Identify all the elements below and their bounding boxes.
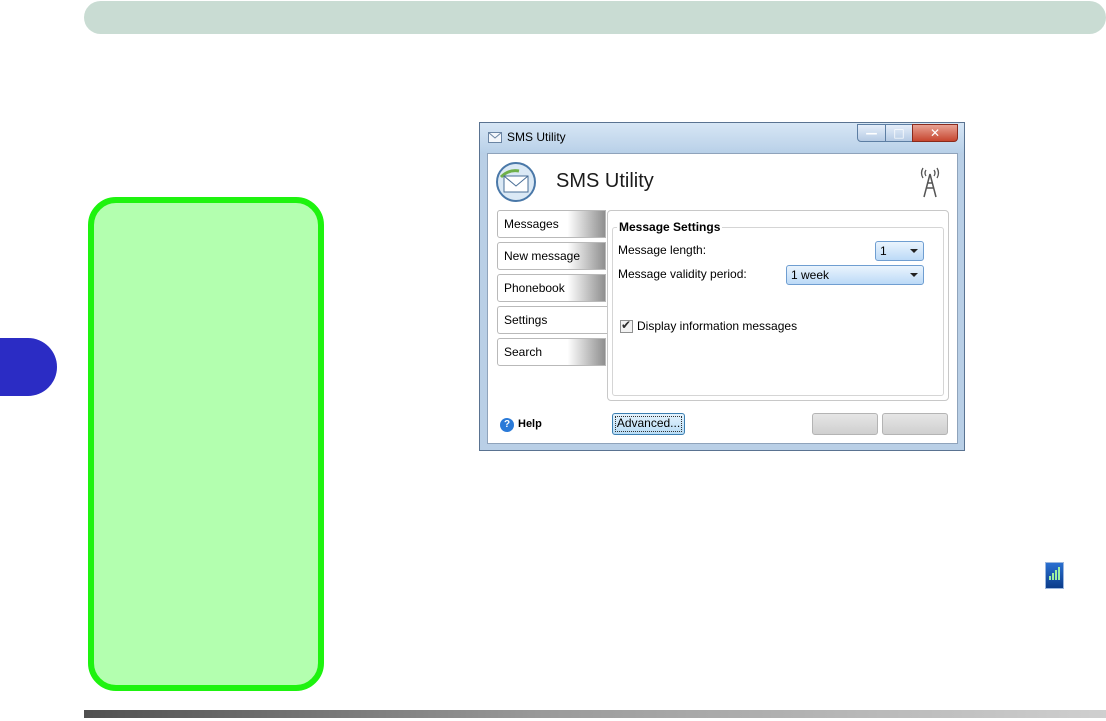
help-link[interactable]: Help <box>518 418 542 430</box>
nav-item-search[interactable]: Search <box>497 338 606 366</box>
window-title: SMS Utility <box>507 130 566 144</box>
nav-item-settings[interactable]: Settings <box>497 306 607 334</box>
nav-item-label: Search <box>504 345 543 359</box>
nav-item-label: Settings <box>504 313 548 327</box>
validity-period-value: 1 week <box>791 268 830 282</box>
nav-item-new-message[interactable]: New message <box>497 242 606 270</box>
chevron-down-icon <box>910 249 918 253</box>
message-length-value: 1 <box>880 244 887 258</box>
minimize-button[interactable]: — <box>857 124 886 142</box>
nav-item-messages[interactable]: Messages <box>497 210 606 238</box>
title-bar[interactable]: SMS Utility — □ ✕ <box>480 123 964 153</box>
window-client-area: SMS Utility Messages New message Phonebo… <box>487 153 958 444</box>
close-button[interactable]: ✕ <box>912 124 958 142</box>
advanced-button[interactable]: Advanced... <box>612 413 685 435</box>
page-header-bar <box>84 1 1106 34</box>
checkmark-icon: ✔ <box>621 318 632 332</box>
focus-rectangle <box>615 416 682 432</box>
nav-item-label: Phonebook <box>504 281 565 295</box>
sms-utility-window: SMS Utility — □ ✕ SMS Utility Messages N… <box>479 122 965 451</box>
disabled-button-1[interactable] <box>812 413 878 435</box>
nav-item-label: New message <box>504 249 581 263</box>
settings-panel: Message Settings Message length: 1 Messa… <box>607 210 949 401</box>
envelope-icon <box>488 132 502 143</box>
minimize-icon: — <box>865 126 878 140</box>
message-length-select[interactable]: 1 <box>875 241 924 261</box>
antenna-tower-icon <box>920 167 940 198</box>
group-title: Message Settings <box>617 220 723 234</box>
footer-rule <box>84 710 1106 718</box>
nav-item-label: Messages <box>504 217 559 231</box>
disabled-button-2[interactable] <box>882 413 948 435</box>
maximize-icon: □ <box>893 126 905 140</box>
close-icon: ✕ <box>929 126 941 140</box>
chevron-down-icon <box>910 273 918 277</box>
validity-period-select[interactable]: 1 week <box>786 265 924 285</box>
envelope-globe-icon <box>496 162 536 202</box>
display-info-checkbox[interactable]: ✔ <box>620 318 633 333</box>
maximize-button[interactable]: □ <box>885 124 913 142</box>
callout-box <box>88 197 324 691</box>
message-length-label: Message length: <box>618 243 707 257</box>
help-icon[interactable]: ? <box>500 418 514 432</box>
nav-item-phonebook[interactable]: Phonebook <box>497 274 606 302</box>
signal-bars-icon <box>1045 562 1064 589</box>
validity-period-label: Message validity period: <box>618 267 747 281</box>
display-info-label[interactable]: Display information messages <box>637 319 797 333</box>
chapter-tab <box>0 338 57 396</box>
app-title: SMS Utility <box>556 170 654 192</box>
